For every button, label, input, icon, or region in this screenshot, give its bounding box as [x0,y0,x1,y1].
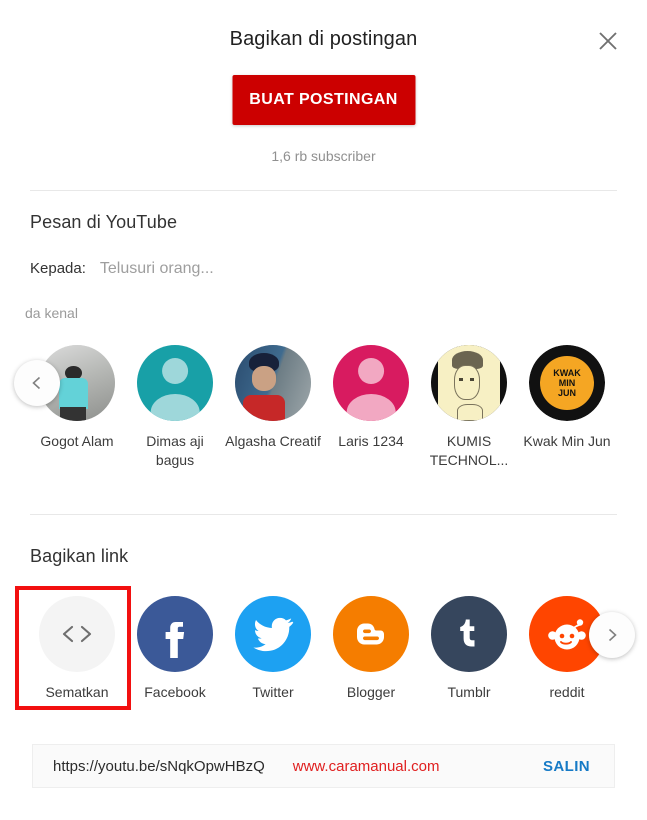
chevron-left-icon[interactable] [14,360,60,406]
share-target-label: Sematkan [45,684,109,700]
list-item[interactable]: KUMIS TECHNOL... [420,345,518,470]
avatar [235,345,311,421]
message-section-title: Pesan di YouTube [30,212,178,232]
share-url-text: https://youtu.be/sNqkOpwHBzQ [53,757,265,775]
list-item-label: Algasha Creatif [225,433,321,449]
list-item[interactable]: Laris 1234 [322,345,420,470]
reddit-glyph [548,619,586,650]
list-item-label: Kwak Min Jun [523,433,611,449]
embed-code-icon [39,596,115,672]
chevron-right-glyph [608,628,617,642]
watermark-text: www.caramanual.com [292,757,440,775]
avatar [137,345,213,421]
tumblr-icon [431,596,507,672]
kwak-line-2: MIN [558,378,576,388]
avatar-logo: KWAK MIN JUN [529,345,605,421]
twitter-icon [235,596,311,672]
share-target-sematkan[interactable]: Sematkan [28,596,126,700]
avatar-default-icon [333,345,409,421]
people-list: Gogot Alam Dimas aji bagus Algasha Creat… [0,345,647,470]
suggestion-label: da kenal [25,305,78,321]
avatar: KWAK MIN JUN [529,345,605,421]
close-icon[interactable] [591,24,625,58]
kwak-line-3: JUN [557,388,576,398]
list-item[interactable]: Algasha Creatif [224,345,322,470]
recipient-label: Kepada: [30,260,86,277]
divider-bottom [30,514,617,515]
kwak-line-1: KWAK [553,368,581,378]
share-target-facebook[interactable]: Facebook [126,596,224,700]
link-section-title: Bagikan link [30,546,129,566]
chevron-right-icon[interactable] [589,612,635,658]
share-url-bar[interactable]: https://youtu.be/sNqkOpwHBzQ www.caraman… [32,744,615,788]
list-item-label: Dimas aji bagus [146,433,204,468]
kwak-badge: KWAK MIN JUN [539,355,595,411]
share-target-label: Blogger [346,684,396,700]
tumblr-glyph [460,619,475,647]
list-item-label: Laris 1234 [338,433,404,449]
embed-code-glyph [62,625,92,643]
close-icon-glyph [599,32,617,50]
list-item[interactable]: Dimas aji bagus [126,345,224,470]
recipient-row: Kepada: [30,260,360,278]
share-target-tumblr[interactable]: Tumblr [420,596,518,700]
divider-top [30,190,617,191]
avatar-photo [235,345,311,421]
dialog-title: Bagikan di postingan [229,28,418,50]
create-post-button[interactable]: BUAT POSTINGAN [232,75,415,125]
blogger-glyph [357,623,384,645]
share-dialog: Bagikan di postingan BUAT POSTINGAN 1,6 … [0,0,647,820]
subscriber-count: 1,6 rb subscriber [271,148,376,164]
avatar [333,345,409,421]
copy-button[interactable]: SALIN [543,758,590,775]
avatar-sketch [437,345,501,421]
share-target-twitter[interactable]: Twitter [224,596,322,700]
avatar-default-icon [137,345,213,421]
list-item-label: Gogot Alam [40,433,114,449]
avatar [431,345,507,421]
share-target-label: Facebook [144,684,206,700]
list-item-label: KUMIS TECHNOL... [429,433,509,468]
blogger-icon [333,596,409,672]
search-people-input[interactable] [99,260,360,278]
chevron-left-glyph [32,376,41,390]
facebook-glyph [165,622,185,658]
share-target-blogger[interactable]: Blogger [322,596,420,700]
share-target-label: Tumblr [447,684,491,700]
share-targets-list: Sematkan Facebook Twitter Blogger Tumblr… [0,596,647,700]
facebook-icon [137,596,213,672]
list-item[interactable]: KWAK MIN JUN Kwak Min Jun [518,345,616,470]
share-target-label: reddit [549,684,585,700]
share-target-label: Twitter [252,684,294,700]
twitter-glyph [253,617,294,652]
